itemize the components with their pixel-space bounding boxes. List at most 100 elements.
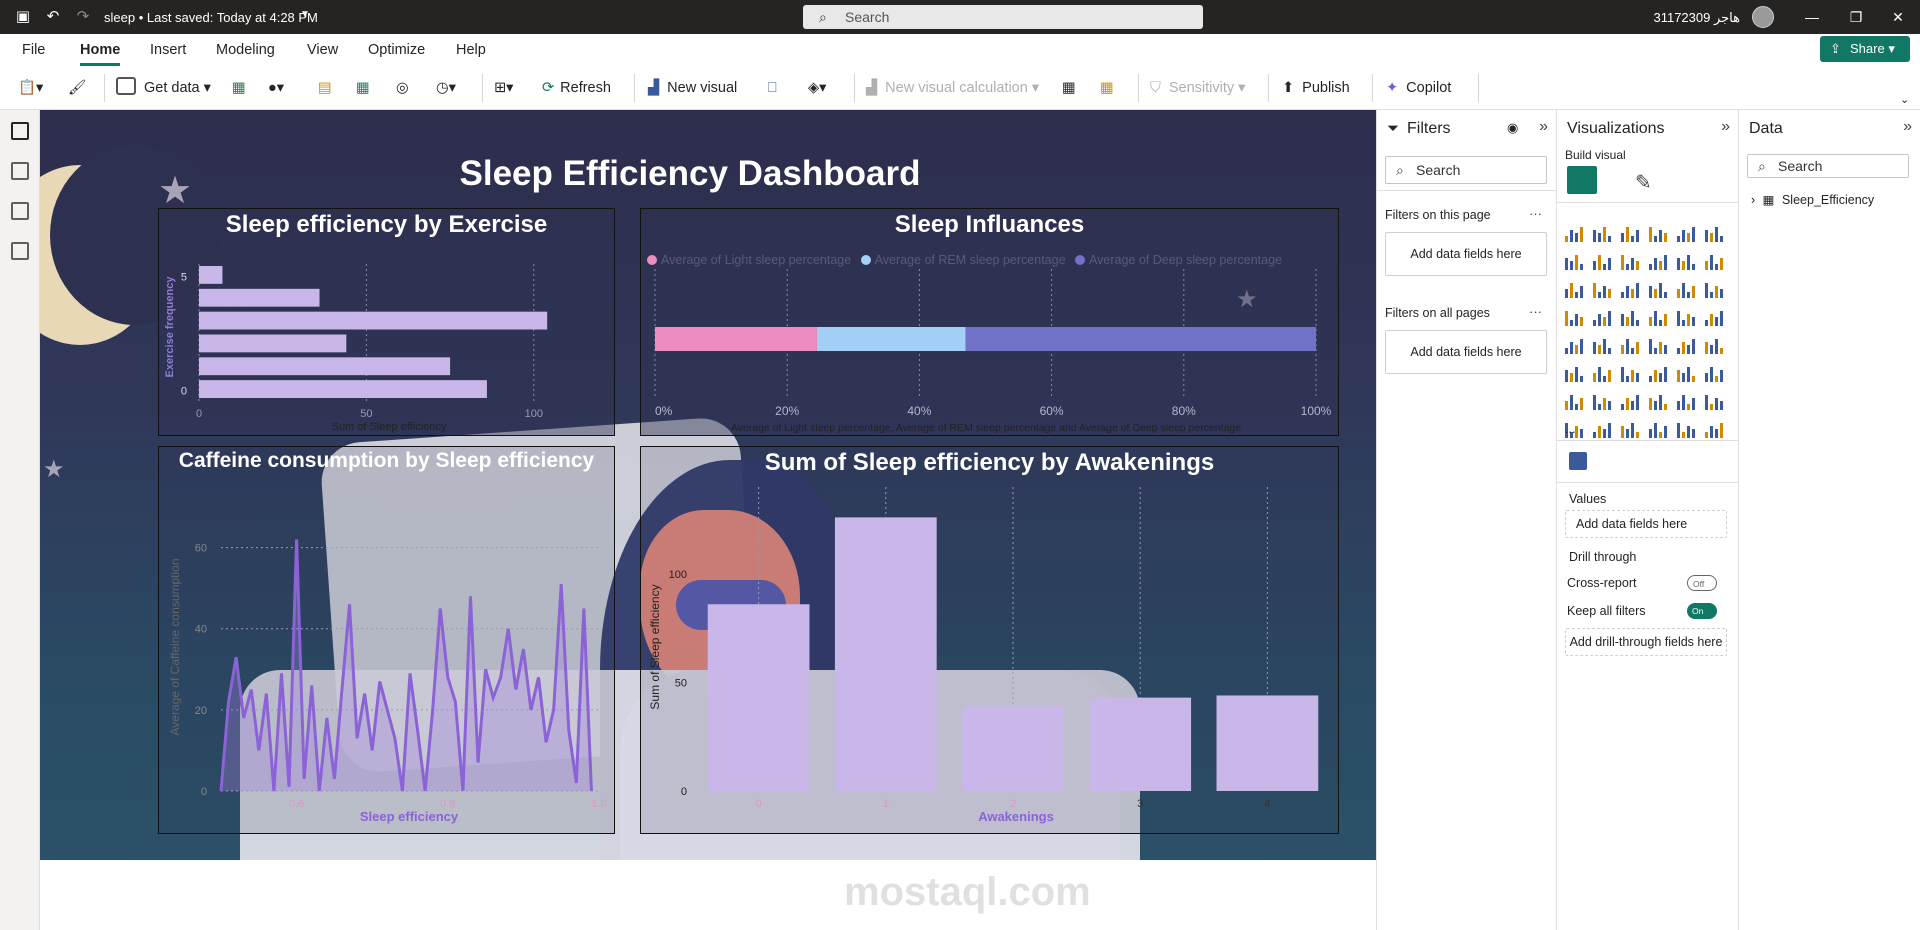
quick-measure-icon[interactable]: ▦: [1100, 76, 1114, 100]
visual-type-icon[interactable]: [1621, 420, 1641, 438]
more-visuals-icon[interactable]: ...: [1565, 422, 1575, 436]
visual-type-icon[interactable]: [1621, 224, 1641, 242]
visual-type-icon[interactable]: [1705, 420, 1725, 438]
visual-type-icon[interactable]: [1705, 224, 1725, 242]
cross-report-toggle[interactable]: Off: [1687, 575, 1717, 591]
visual-type-icon[interactable]: [1649, 364, 1669, 382]
visual-type-icon[interactable]: [1593, 308, 1613, 326]
menu-help[interactable]: Help: [456, 42, 486, 58]
report-page[interactable]: ★ ★ ★ ★ Sleep Efficiency Dashboard Sleep…: [40, 110, 1376, 860]
visual-type-icon[interactable]: [1593, 224, 1613, 242]
visual-type-icon[interactable]: [1677, 392, 1697, 410]
redo-icon[interactable]: ↷: [74, 8, 92, 26]
excel-icon[interactable]: ▦: [232, 76, 246, 100]
sql-icon[interactable]: ▦: [356, 76, 370, 100]
visual-type-icon[interactable]: [1649, 392, 1669, 410]
model-view-icon[interactable]: [11, 202, 29, 220]
more-options-icon[interactable]: ···: [1529, 206, 1542, 221]
visual-type-icon[interactable]: [1649, 224, 1669, 242]
visual-type-icon[interactable]: [1593, 336, 1613, 354]
recent-sources-icon[interactable]: ◷▾: [436, 76, 456, 100]
visual-type-icon[interactable]: [1649, 336, 1669, 354]
exercise-visual[interactable]: Sleep efficiency by Exercise 0 50 100 5 0 Sum…: [158, 208, 615, 436]
page-filters-dropzone[interactable]: Add data fields here: [1385, 232, 1547, 276]
dax-query-icon[interactable]: [11, 242, 29, 260]
more-options-icon[interactable]: ···: [1529, 304, 1542, 319]
influences-visual[interactable]: Sleep Influances Average of Light sleep …: [640, 208, 1339, 436]
drill-through-dropzone[interactable]: Add drill-through fields here: [1565, 628, 1727, 656]
visual-type-icon[interactable]: [1705, 336, 1725, 354]
visual-type-icon[interactable]: [1705, 280, 1725, 298]
visual-type-icon[interactable]: [1705, 364, 1725, 382]
restore-icon[interactable]: ❐: [1844, 6, 1868, 28]
dataverse-icon[interactable]: ▤: [318, 76, 332, 100]
filters-search-input[interactable]: ⌕ Search: [1385, 156, 1547, 184]
format-painter-icon[interactable]: 🖌: [68, 76, 86, 100]
publish-button[interactable]: ⬆ Publish: [1282, 76, 1350, 100]
visual-type-icon[interactable]: [1565, 336, 1585, 354]
visual-type-icon[interactable]: [1677, 420, 1697, 438]
avatar[interactable]: [1752, 6, 1774, 28]
visual-type-icon[interactable]: [1565, 308, 1585, 326]
menu-optimize[interactable]: Optimize: [368, 42, 425, 58]
chevron-down-icon[interactable]: ⌄: [1900, 88, 1909, 112]
visual-type-icon[interactable]: [1621, 392, 1641, 410]
save-icon[interactable]: ▣: [14, 8, 32, 26]
visual-type-icon[interactable]: [1565, 252, 1585, 270]
visual-type-icon[interactable]: [1649, 280, 1669, 298]
visual-type-icon[interactable]: [1593, 364, 1613, 382]
text-box-icon[interactable]: ⎕: [768, 76, 777, 100]
onelake-icon[interactable]: ●▾: [268, 76, 284, 100]
visual-type-icon[interactable]: [1677, 252, 1697, 270]
data-search-input[interactable]: ⌕ Search: [1747, 154, 1909, 178]
eye-icon[interactable]: ◉: [1507, 120, 1518, 136]
keep-all-filters-toggle[interactable]: On: [1687, 603, 1717, 619]
new-visual-button[interactable]: ▟ New visual: [648, 76, 737, 100]
visual-type-icon[interactable]: [1621, 252, 1641, 270]
transform-data-icon[interactable]: ⊞▾: [494, 76, 513, 100]
report-view-icon[interactable]: [11, 122, 29, 140]
visual-type-icon[interactable]: [1705, 252, 1725, 270]
menu-file[interactable]: File: [22, 42, 45, 58]
visual-type-icon[interactable]: [1677, 280, 1697, 298]
visual-type-icon[interactable]: [1593, 252, 1613, 270]
visual-type-icon[interactable]: [1649, 308, 1669, 326]
more-visuals-icon[interactable]: ◈▾: [808, 76, 826, 100]
visual-type-icon[interactable]: [1677, 364, 1697, 382]
copilot-button[interactable]: ✦ Copilot: [1386, 76, 1451, 100]
visual-type-icon[interactable]: [1621, 364, 1641, 382]
visual-type-icon[interactable]: [1621, 336, 1641, 354]
menu-home[interactable]: Home: [80, 42, 120, 58]
table-view-icon[interactable]: [11, 162, 29, 180]
visual-type-icon[interactable]: [1621, 308, 1641, 326]
values-dropzone[interactable]: Add data fields here: [1565, 510, 1727, 538]
visual-type-icon[interactable]: [1593, 420, 1613, 438]
custom-visual-icon[interactable]: [1569, 452, 1587, 470]
chevron-down-icon[interactable]: ▼: [300, 9, 310, 20]
visual-type-icon[interactable]: [1705, 308, 1725, 326]
visual-type-icon[interactable]: [1677, 308, 1697, 326]
menu-modeling[interactable]: Modeling: [216, 42, 275, 58]
awakenings-visual[interactable]: Sum of Sleep efficiency by Awakenings 05…: [640, 446, 1339, 834]
minimize-icon[interactable]: —: [1800, 6, 1824, 28]
file-title[interactable]: sleep • Last saved: Today at 4:28 PM: [104, 10, 318, 25]
table-item-sleep-efficiency[interactable]: › ▦ Sleep_Efficiency: [1751, 192, 1874, 207]
visual-type-icon[interactable]: [1649, 420, 1669, 438]
visual-type-icon[interactable]: [1593, 392, 1613, 410]
visual-type-icon[interactable]: [1649, 252, 1669, 270]
visual-type-icon[interactable]: [1593, 280, 1613, 298]
collapse-icon[interactable]: »: [1539, 118, 1548, 136]
visual-type-icon[interactable]: [1565, 392, 1585, 410]
visual-type-icon[interactable]: [1565, 364, 1585, 382]
enter-data-icon[interactable]: ◎: [396, 76, 409, 100]
search-input[interactable]: ⌕ Search: [803, 5, 1203, 29]
share-button[interactable]: ⇪ Share ▾: [1820, 36, 1910, 62]
visual-type-icon[interactable]: [1565, 224, 1585, 242]
undo-icon[interactable]: ↶: [44, 8, 62, 26]
visual-type-icon[interactable]: [1565, 280, 1585, 298]
build-visual-icon[interactable]: [1567, 166, 1597, 194]
all-pages-filters-dropzone[interactable]: Add data fields here: [1385, 330, 1547, 374]
new-measure-icon[interactable]: ▦: [1062, 76, 1076, 100]
caffeine-visual[interactable]: Caffeine consumption by Sleep efficiency…: [158, 446, 615, 834]
visual-type-icon[interactable]: [1705, 392, 1725, 410]
